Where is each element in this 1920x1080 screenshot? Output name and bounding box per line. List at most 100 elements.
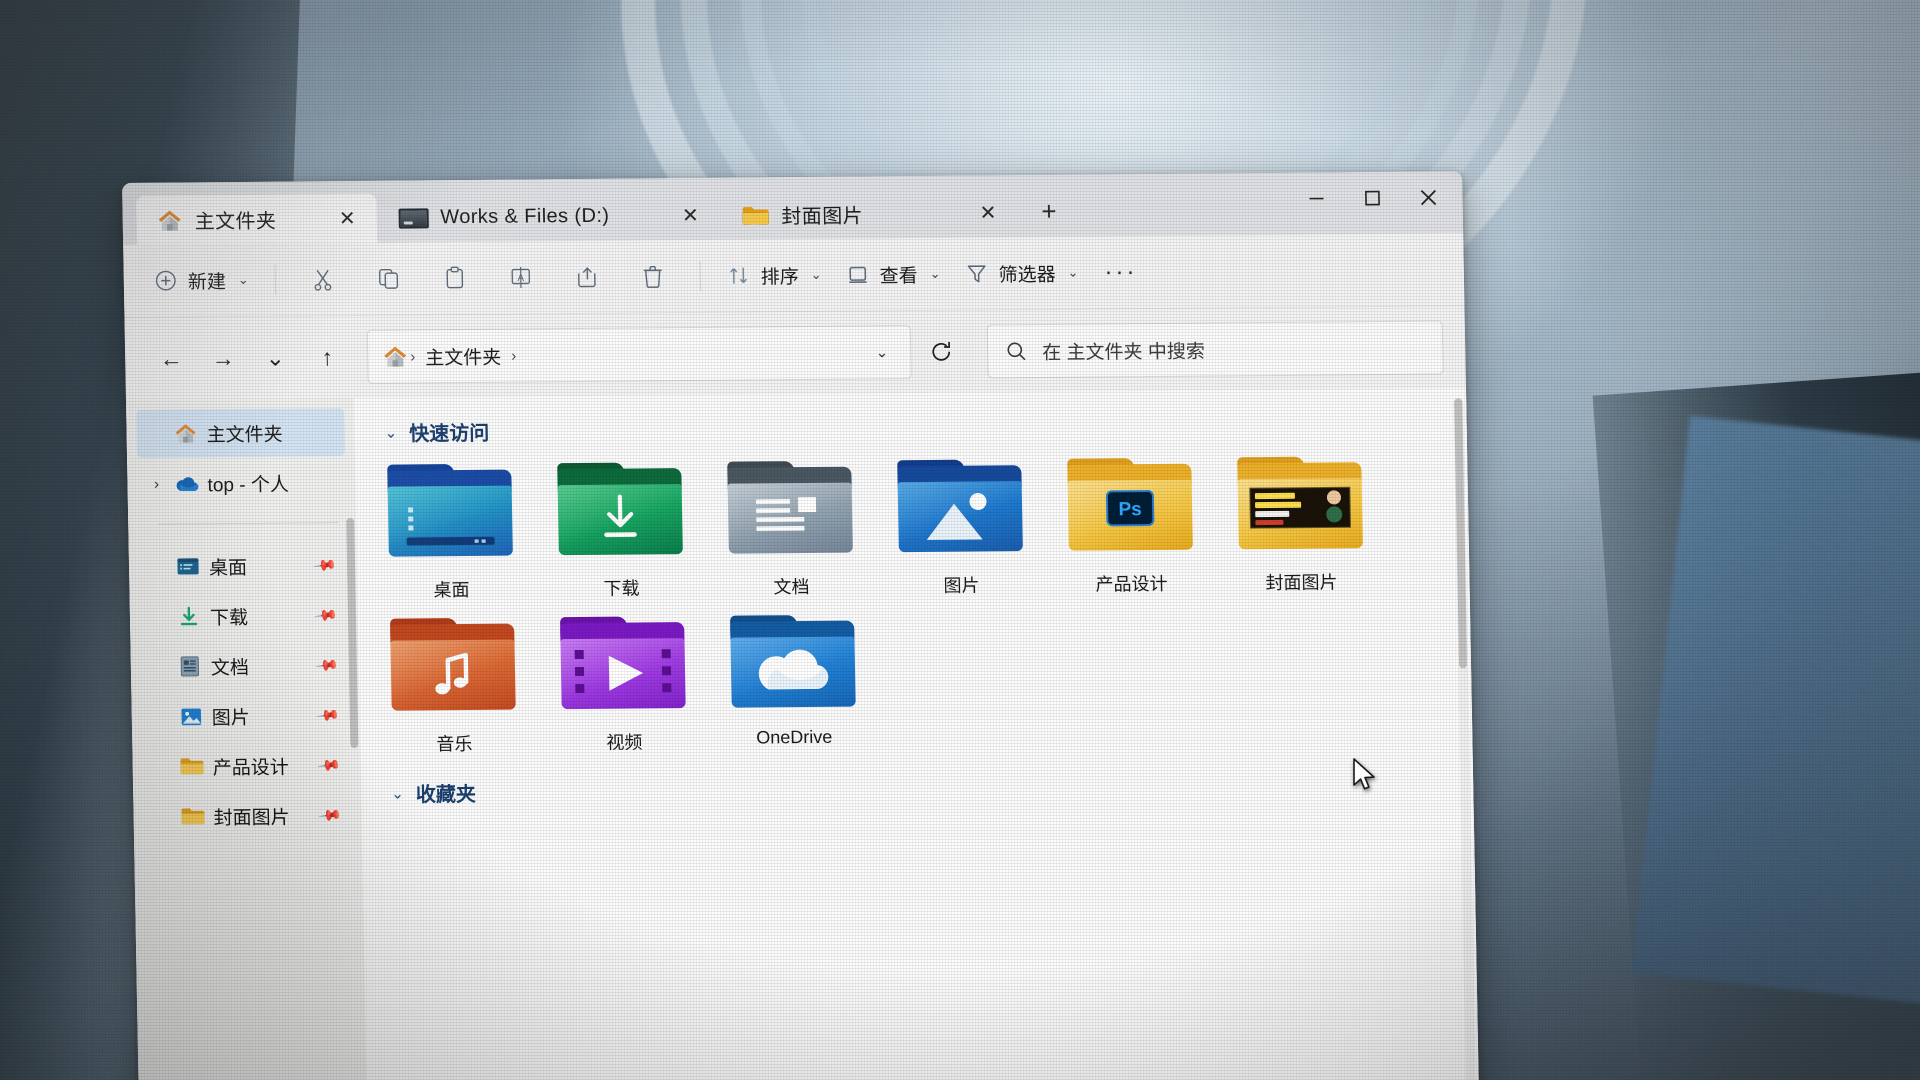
- scissors-icon: [314, 269, 332, 291]
- address-bar: ← → ⌄ ↑ › 主文件夹 › ⌄ 在 主文件夹 中搜索: [124, 306, 1466, 400]
- item-pictures[interactable]: 图片: [891, 457, 1030, 598]
- item-label: OneDrive: [756, 726, 833, 748]
- mouse-cursor: [1352, 758, 1378, 799]
- thumbnail-folder-icon: [1237, 454, 1363, 559]
- forward-button[interactable]: →: [197, 335, 250, 381]
- window-controls: [1288, 175, 1457, 220]
- back-button[interactable]: ←: [145, 335, 198, 381]
- pin-icon[interactable]: 📌: [316, 752, 342, 778]
- group-header-favorites[interactable]: ⌄ 收藏夹: [391, 769, 1474, 807]
- tab-close-icon[interactable]: ✕: [330, 201, 365, 235]
- item-cover-images[interactable]: 封面图片: [1231, 454, 1370, 595]
- pin-icon[interactable]: 📌: [317, 802, 343, 828]
- tab-cover-images[interactable]: 封面图片 ✕: [721, 188, 1018, 240]
- sidebar-item-label: 下载: [209, 607, 249, 629]
- sort-button[interactable]: 排序 ⌄: [714, 252, 834, 299]
- content-pane: ⌄ 快速访问 桌面 下载 文档 图片 Ps 产品设计 封面图片 音乐 视频 On…: [353, 388, 1480, 1080]
- navigation-pane: 主文件夹 › top - 个人 桌面 📌 下载 📌 文档 📌 图片 📌 产品设计…: [125, 397, 368, 1080]
- new-tab-button[interactable]: +: [1029, 192, 1070, 232]
- group-header-quick-access[interactable]: ⌄ 快速访问: [384, 408, 1467, 446]
- photoshop-folder-icon: Ps: [1067, 456, 1193, 561]
- sidebar-item-label: 主文件夹: [206, 424, 283, 446]
- new-button[interactable]: 新建 ⌄: [141, 257, 261, 304]
- filter-button[interactable]: 筛选器 ⌄: [952, 250, 1091, 297]
- item-desktop[interactable]: 桌面: [381, 462, 520, 603]
- home-icon: [168, 422, 202, 444]
- sidebar-item-downloads[interactable]: 下载 📌: [140, 591, 349, 641]
- pin-icon[interactable]: 📌: [316, 702, 342, 728]
- pin-icon[interactable]: 📌: [315, 652, 341, 678]
- item-label: 桌面: [433, 579, 470, 601]
- item-product-design[interactable]: Ps 产品设计: [1061, 456, 1200, 597]
- breadcrumb-item-home[interactable]: 主文件夹: [417, 342, 510, 370]
- search-icon: [1007, 342, 1026, 361]
- delete-button[interactable]: [619, 253, 686, 300]
- trash-icon: [643, 265, 662, 288]
- group-title: 快速访问: [409, 422, 490, 446]
- item-label: 封面图片: [1265, 572, 1338, 594]
- sidebar-item-desktop[interactable]: 桌面 📌: [139, 541, 348, 591]
- sort-icon: [730, 267, 747, 284]
- sidebar-item-documents[interactable]: 文档 📌: [140, 641, 349, 691]
- view-label: 查看: [879, 265, 918, 287]
- refresh-button[interactable]: [917, 329, 966, 375]
- item-downloads[interactable]: 下载: [551, 460, 690, 601]
- sidebar-item-label: 桌面: [208, 557, 248, 579]
- chevron-down-icon: ⌄: [810, 266, 822, 282]
- view-button[interactable]: 查看 ⌄: [833, 251, 953, 298]
- folder-icon: [741, 204, 769, 226]
- cut-button[interactable]: [289, 256, 356, 303]
- download-folder-icon: [557, 460, 683, 565]
- share-button[interactable]: [553, 254, 620, 301]
- sidebar-item-home[interactable]: 主文件夹: [136, 408, 346, 458]
- recent-locations-button[interactable]: ⌄: [249, 334, 302, 380]
- chevron-down-icon[interactable]: ⌄: [384, 423, 397, 441]
- breadcrumb-separator[interactable]: ›: [509, 347, 518, 364]
- sidebar-item-product-design[interactable]: 产品设计 📌: [142, 741, 351, 791]
- pin-icon[interactable]: 📌: [313, 552, 339, 578]
- sidebar-item-pictures[interactable]: 图片 📌: [141, 691, 350, 741]
- plus-circle-icon: [155, 270, 176, 291]
- sidebar-item-onedrive[interactable]: › top - 个人: [137, 458, 346, 508]
- tab-close-icon[interactable]: ✕: [971, 196, 1006, 230]
- search-box[interactable]: 在 主文件夹 中搜索: [986, 320, 1444, 379]
- refresh-icon: [932, 341, 951, 361]
- tab-close-icon[interactable]: ✕: [673, 198, 708, 232]
- chevron-down-icon: ⌄: [929, 265, 941, 281]
- tab-label: 封面图片: [781, 205, 864, 229]
- close-button[interactable]: [1400, 175, 1457, 219]
- item-label: 产品设计: [1095, 573, 1168, 595]
- view-icon: [849, 266, 867, 284]
- clipboard-icon: [446, 266, 464, 289]
- copy-button[interactable]: [355, 255, 422, 302]
- tab-label: 主文件夹: [194, 210, 277, 234]
- item-music[interactable]: 音乐: [384, 616, 523, 757]
- tab-home[interactable]: 主文件夹 ✕: [136, 193, 377, 245]
- onedrive-icon: [169, 473, 203, 493]
- item-videos[interactable]: 视频: [554, 614, 693, 755]
- more-options-button[interactable]: ···: [1090, 258, 1151, 287]
- tab-works-files-d[interactable]: Works & Files (D:) ✕: [378, 191, 720, 243]
- pin-icon[interactable]: 📌: [314, 602, 340, 628]
- item-documents[interactable]: 文档: [721, 459, 860, 600]
- chevron-down-icon: ⌄: [1067, 264, 1079, 280]
- sidebar-item-cover-images[interactable]: 封面图片 📌: [143, 791, 352, 841]
- window-body: 主文件夹 › top - 个人 桌面 📌 下载 📌 文档 📌 图片 📌 产品设计…: [125, 388, 1480, 1080]
- maximize-button[interactable]: [1344, 176, 1401, 220]
- breadcrumb[interactable]: › 主文件夹 › ⌄: [366, 325, 912, 384]
- rename-button[interactable]: A: [487, 254, 554, 301]
- drive-icon: [398, 207, 429, 229]
- copy-icon: [378, 268, 399, 289]
- search-input[interactable]: 在 主文件夹 中搜索: [1042, 336, 1205, 364]
- sidebar-item-label: 产品设计: [212, 757, 289, 779]
- address-dropdown-icon[interactable]: ⌄: [863, 343, 900, 361]
- paste-button[interactable]: [421, 255, 488, 302]
- item-onedrive[interactable]: OneDrive: [724, 613, 863, 754]
- item-label: 音乐: [436, 733, 473, 755]
- up-button[interactable]: ↑: [301, 334, 354, 380]
- minimize-button[interactable]: [1288, 176, 1345, 220]
- chevron-down-icon[interactable]: ⌄: [391, 784, 404, 802]
- chevron-right-icon[interactable]: ›: [143, 475, 169, 492]
- new-label: 新建: [187, 271, 227, 293]
- sidebar-item-label: 图片: [211, 707, 251, 729]
